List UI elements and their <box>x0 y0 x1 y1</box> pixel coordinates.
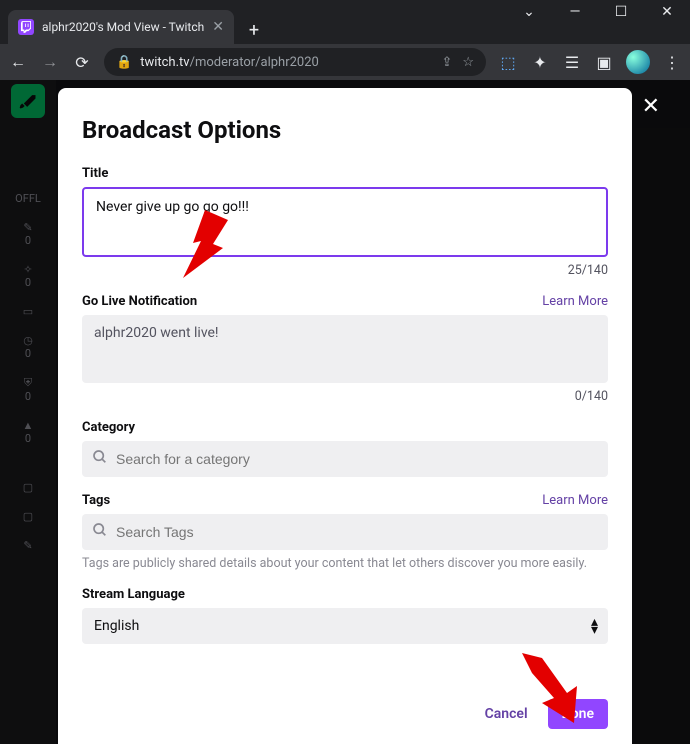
close-icon[interactable]: ✕ <box>642 94 660 119</box>
window-minimize-icon[interactable]: — <box>552 0 598 24</box>
back-icon[interactable]: ← <box>8 52 28 72</box>
title-counter: 25/140 <box>82 263 608 278</box>
twitch-favicon-icon <box>18 19 34 35</box>
title-input[interactable]: Never give up go go go!!! <box>82 187 608 257</box>
tags-label: Tags <box>82 493 110 508</box>
tab-title: alphr2020's Mod View - Twitch <box>42 20 204 34</box>
tags-learn-more-link[interactable]: Learn More <box>542 493 608 508</box>
golive-counter: 0/140 <box>82 389 608 404</box>
lock-icon: 🔒 <box>116 55 132 70</box>
browser-tab[interactable]: alphr2020's Mod View - Twitch ✕ <box>8 10 234 44</box>
share-icon[interactable]: ⇪ <box>441 55 452 70</box>
golive-label: Go Live Notification <box>82 294 197 309</box>
golive-value: alphr2020 went live! <box>94 325 219 341</box>
tags-input[interactable] <box>116 524 598 540</box>
window-controls: ⌄ — ☐ ✕ <box>506 0 690 24</box>
tags-search[interactable] <box>82 514 608 550</box>
golive-input[interactable]: alphr2020 went live! <box>82 315 608 383</box>
reload-icon[interactable]: ⟳ <box>72 52 92 72</box>
category-input[interactable] <box>116 451 598 467</box>
extension-betterttv-icon[interactable]: ⬚ <box>498 52 518 72</box>
dialog-actions: Cancel Done <box>475 698 608 730</box>
bookmark-icon[interactable]: ☆ <box>462 55 474 70</box>
new-tab-button[interactable]: + <box>240 16 268 44</box>
language-label: Stream Language <box>82 587 608 602</box>
forward-icon[interactable]: → <box>40 52 60 72</box>
category-label: Category <box>82 420 608 435</box>
chevron-updown-icon: ▴▾ <box>591 618 596 634</box>
language-value: English <box>94 618 139 634</box>
title-value: Never give up go go go!!! <box>96 199 249 215</box>
reading-list-icon[interactable]: ☰ <box>562 52 582 72</box>
url-host: twitch.tv <box>140 55 189 70</box>
title-label: Title <box>82 166 608 181</box>
account-icon[interactable]: ▣ <box>594 52 614 72</box>
language-select[interactable]: English ▴▾ <box>82 608 608 644</box>
window-dropdown-icon[interactable]: ⌄ <box>506 0 552 24</box>
window-close-icon[interactable]: ✕ <box>644 0 690 24</box>
category-search[interactable] <box>82 441 608 477</box>
url-path: /moderator/alphr2020 <box>190 55 319 70</box>
address-bar[interactable]: 🔒 twitch.tv/moderator/alphr2020 ⇪ ☆ <box>104 48 486 76</box>
browser-toolbar: ← → ⟳ 🔒 twitch.tv/moderator/alphr2020 ⇪ … <box>0 44 690 80</box>
menu-icon[interactable]: ⋮ <box>662 52 682 72</box>
golive-learn-more-link[interactable]: Learn More <box>542 294 608 309</box>
dialog-heading: Broadcast Options <box>82 116 608 144</box>
tab-close-icon[interactable]: ✕ <box>212 19 224 35</box>
profile-avatar-icon[interactable] <box>626 50 650 74</box>
extensions-icon[interactable]: ✦ <box>530 52 550 72</box>
tags-help-text: Tags are publicly shared details about y… <box>82 556 608 571</box>
search-icon <box>92 522 108 542</box>
cancel-button[interactable]: Cancel <box>475 698 538 730</box>
window-maximize-icon[interactable]: ☐ <box>598 0 644 24</box>
done-button[interactable]: Done <box>548 699 608 729</box>
broadcast-options-dialog: Broadcast Options Title Never give up go… <box>58 88 632 744</box>
search-icon <box>92 449 108 469</box>
